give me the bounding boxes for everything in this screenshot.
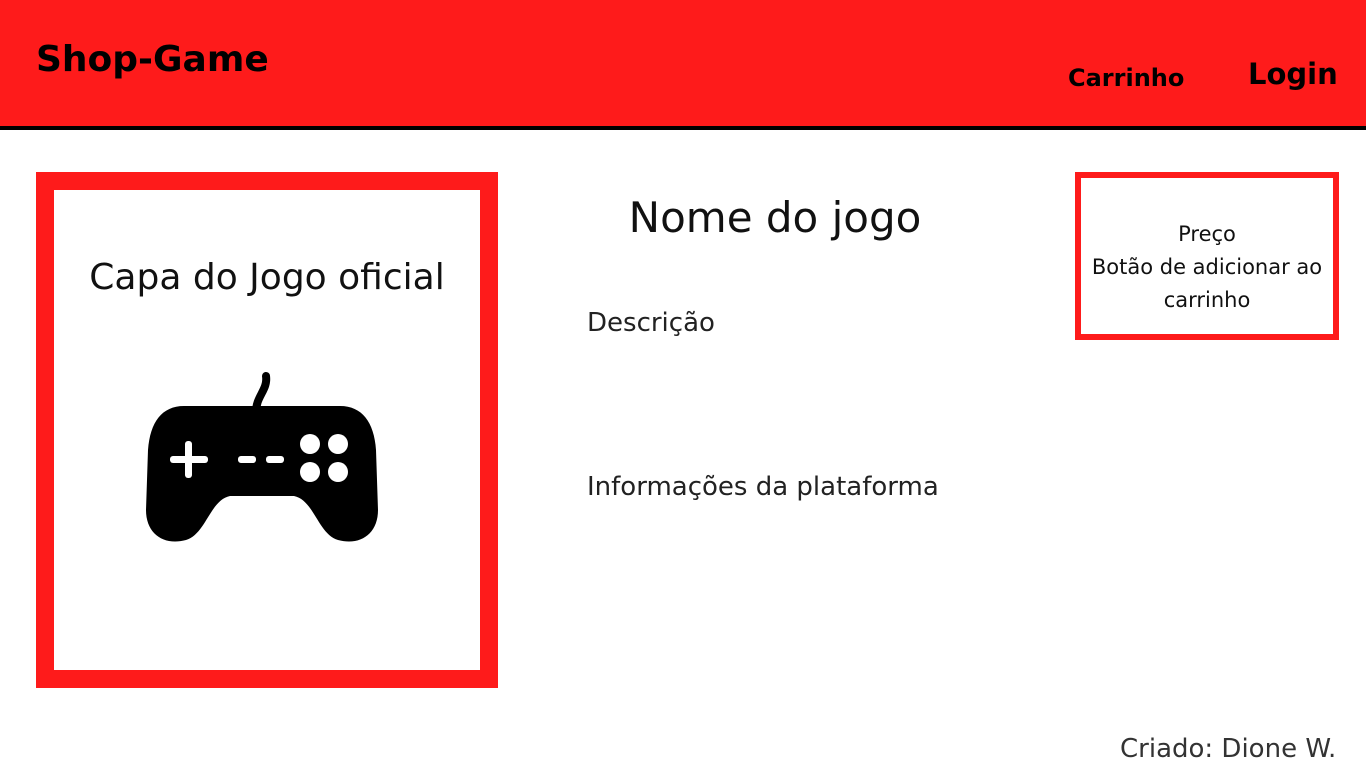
header-bar: Shop-Game Carrinho Login [0, 0, 1366, 130]
add-to-cart-button-line1[interactable]: Botão de adicionar ao [1081, 251, 1333, 284]
purchase-box[interactable]: Preço Botão de adicionar ao carrinho [1075, 172, 1339, 340]
price-label: Preço [1178, 222, 1236, 246]
game-description: Descrição [587, 308, 715, 338]
game-name-heading: Nome do jogo [628, 193, 922, 242]
gamepad-icon [146, 372, 378, 542]
add-to-cart-button-line2[interactable]: carrinho [1081, 284, 1333, 317]
purchase-text: Preço Botão de adicionar ao carrinho [1081, 218, 1333, 317]
nav-login-link[interactable]: Login [1248, 60, 1338, 89]
site-logo[interactable]: Shop-Game [36, 42, 269, 78]
platform-info: Informações da plataforma [587, 472, 939, 502]
game-cover-box: Capa do Jogo oficial [36, 172, 498, 688]
cover-title: Capa do Jogo oficial [89, 257, 445, 298]
footer-credit: Criado: Dione W. [1120, 734, 1337, 764]
nav-cart-link[interactable]: Carrinho [1068, 66, 1184, 90]
